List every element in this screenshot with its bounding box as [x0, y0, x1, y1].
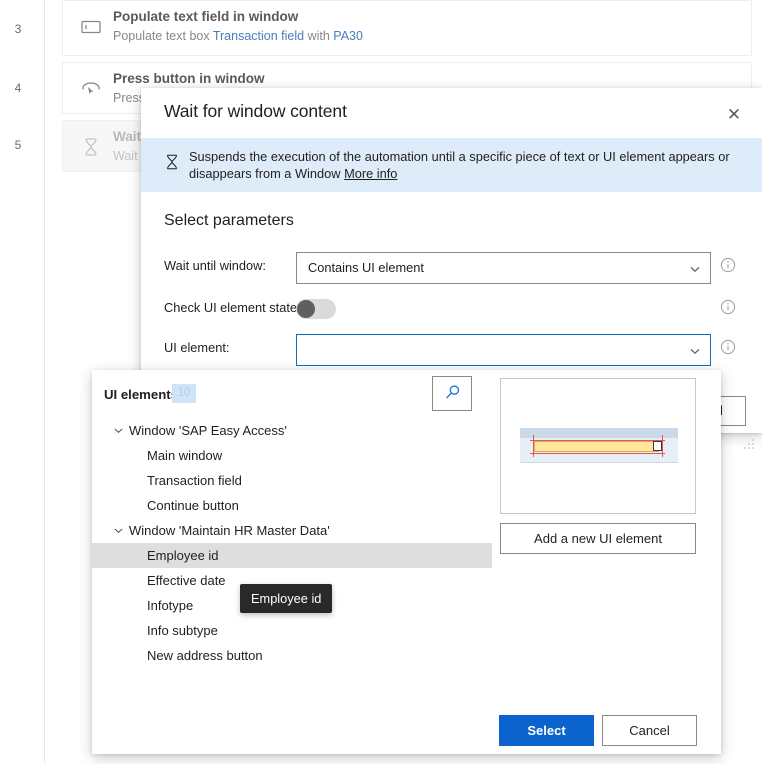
param-label: UI element: — [164, 340, 230, 355]
param-label: Check UI element state: — [164, 300, 301, 315]
banner-description: Suspends the execution of the automation… — [189, 149, 730, 181]
flow-action-title: Populate text field in window — [113, 9, 299, 24]
tree-item-label: Main window — [147, 448, 223, 463]
param-row-wait-until-window: Wait until window: Contains UI element — [141, 252, 762, 284]
tree-item-tooltip: Employee id — [240, 584, 333, 613]
toggle-thumb — [297, 300, 315, 318]
add-new-ui-element-button[interactable]: Add a new UI element — [500, 523, 696, 554]
flow-row-number: 5 — [14, 138, 22, 152]
dialog-info-banner: Suspends the execution of the automation… — [141, 138, 762, 192]
check-ui-element-state-toggle[interactable] — [296, 299, 336, 319]
press-button-icon — [79, 77, 103, 101]
preview-crosshair-bottom — [530, 453, 665, 454]
more-info-link[interactable]: More info — [344, 166, 397, 181]
resize-grip-icon[interactable] — [742, 437, 756, 451]
tree-item-label: Employee id — [147, 548, 219, 563]
wait-until-window-dropdown[interactable]: Contains UI element — [296, 252, 711, 284]
param-row-check-ui-element-state: Check UI element state: — [141, 294, 762, 326]
tree-item[interactable]: Window 'SAP Easy Access' — [92, 418, 492, 443]
spy-ui-element-button[interactable] — [432, 376, 472, 411]
param-label: Wait until window: — [164, 258, 266, 273]
flow-action-subtitle: Wait f — [113, 149, 145, 163]
preview-crosshair-right — [662, 435, 663, 457]
info-icon[interactable] — [720, 299, 736, 315]
ui-element-dropdown[interactable] — [296, 334, 711, 366]
dialog-title: Wait for window content — [164, 101, 347, 121]
ui-element-preview — [500, 378, 696, 514]
tree-item[interactable]: Continue button — [92, 493, 492, 518]
flow-sub-link-transaction-field[interactable]: Transaction field — [213, 29, 304, 43]
tree-item[interactable]: Info subtype — [92, 618, 492, 643]
tree-item-label: Transaction field — [147, 473, 242, 488]
flow-row-number: 4 — [14, 81, 22, 95]
preview-divider — [520, 462, 678, 463]
picker-heading: UI elements — [104, 387, 179, 402]
hourglass-icon — [163, 152, 181, 172]
info-icon[interactable] — [720, 257, 736, 273]
preview-caret-marker — [653, 441, 662, 451]
ui-element-preview-thumbnail — [520, 428, 678, 463]
flow-row-number: 3 — [14, 22, 22, 36]
preview-highlighted-field — [534, 441, 659, 452]
info-icon[interactable] — [720, 339, 736, 355]
param-row-ui-element: UI element: — [141, 334, 762, 366]
flow-action-subtitle: Populate text box Transaction field with… — [113, 29, 363, 43]
cancel-button[interactable]: Cancel — [602, 715, 697, 746]
tree-item-label: New address button — [147, 648, 263, 663]
tree-item[interactable]: New address button — [92, 643, 492, 668]
tree-item[interactable]: Main window — [92, 443, 492, 468]
preview-header-band — [520, 428, 678, 438]
flow-sub-link-value[interactable]: PA30 — [333, 29, 363, 43]
chevron-down-icon — [689, 345, 701, 357]
flow-action-title: Press button in window — [113, 71, 265, 86]
text-field-icon — [79, 15, 103, 39]
preview-crosshair-left — [533, 435, 534, 457]
tree-item-label: Effective date — [147, 573, 226, 588]
tree-item-label: Window 'SAP Easy Access' — [129, 423, 287, 438]
chevron-down-icon[interactable] — [112, 518, 124, 543]
section-title-select-parameters: Select parameters — [164, 212, 294, 229]
ui-elements-count-badge: 10 — [172, 384, 196, 403]
banner-text: Suspends the execution of the automation… — [189, 148, 734, 182]
flow-sub-mid: with — [304, 29, 334, 43]
ui-elements-tree: Window 'SAP Easy Access' Main window Trans… — [92, 418, 492, 668]
tree-item[interactable]: Employee id — [92, 543, 492, 568]
magnifier-icon — [443, 383, 462, 405]
chevron-down-icon[interactable] — [112, 418, 124, 443]
flow-action-row[interactable]: Populate text field in window Populate t… — [62, 0, 752, 56]
tree-item-label: Info subtype — [147, 623, 218, 638]
close-icon[interactable]: ✕ — [720, 100, 748, 128]
flow-action-title: Wait — [113, 129, 141, 144]
select-button[interactable]: Select — [499, 715, 594, 746]
preview-crosshair-top — [530, 440, 665, 441]
tree-item-label: Continue button — [147, 498, 239, 513]
flow-line-number-gutter — [0, 0, 45, 764]
tree-item-label: Window 'Maintain HR Master Data' — [129, 523, 330, 538]
hourglass-icon — [79, 135, 103, 159]
tree-item[interactable]: Transaction field — [92, 468, 492, 493]
flow-sub-prefix: Populate text box — [113, 29, 213, 43]
wait-until-window-value: Contains UI element — [308, 260, 424, 275]
tree-item-label: Infotype — [147, 598, 194, 613]
dialog-titlebar: Wait for window content ✕ — [141, 88, 762, 138]
tree-item[interactable]: Window 'Maintain HR Master Data' — [92, 518, 492, 543]
chevron-down-icon — [689, 263, 701, 275]
